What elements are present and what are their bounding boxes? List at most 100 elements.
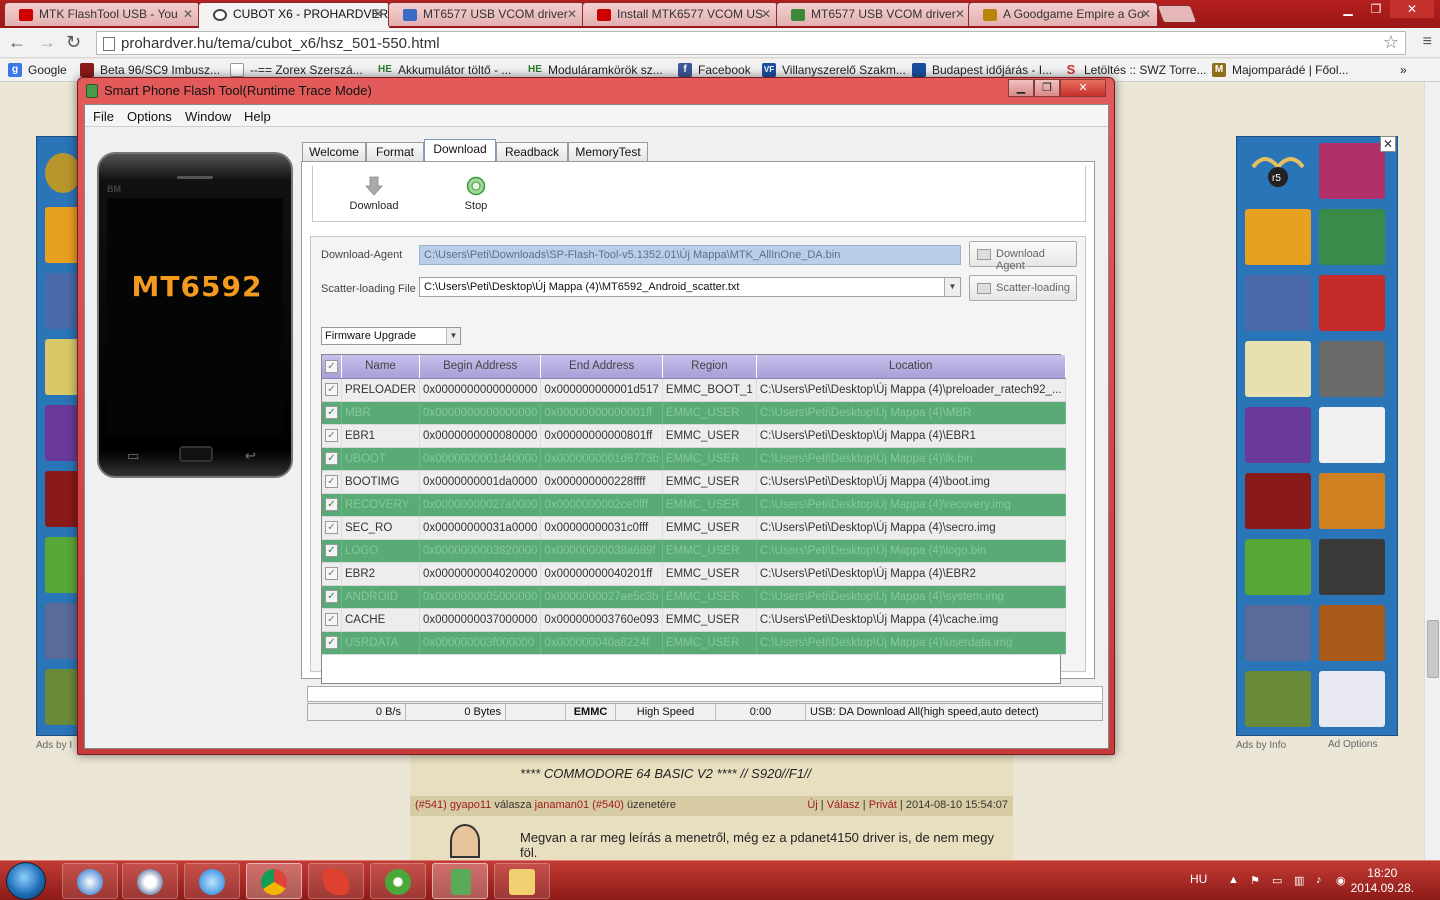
row-checkbox-cell[interactable]: ✓	[322, 401, 342, 425]
show-hidden-icons-icon[interactable]: ▲	[1228, 874, 1240, 886]
taskbar-ccleaner[interactable]	[62, 863, 118, 899]
bookmark-akkumulator[interactable]: HE Akkumulátor töltő - ...	[378, 63, 511, 77]
minimize-icon[interactable]: ▁	[1008, 79, 1034, 97]
chevron-down-icon[interactable]: ▼	[446, 328, 460, 344]
minimize-icon[interactable]: ▁	[1334, 0, 1362, 18]
taskbar-chrome[interactable]	[246, 863, 302, 899]
checkbox[interactable]: ✓	[325, 590, 338, 603]
bookmark-modulok[interactable]: HE Moduláramkörök sz...	[528, 63, 663, 77]
ad-game[interactable]	[1245, 605, 1311, 661]
left-ad-panel[interactable]	[36, 136, 81, 736]
bookmark-google[interactable]: g Google	[8, 63, 67, 77]
taskbar-clock-app[interactable]	[122, 863, 178, 899]
table-row[interactable]: ✓ BOOTIMG 0x0000000001da0000 0x000000000228…	[322, 470, 1066, 494]
ad-game[interactable]	[1319, 605, 1385, 661]
ad-options-link[interactable]: Ad Options	[1328, 739, 1377, 750]
close-tab-icon[interactable]: ✕	[183, 7, 193, 21]
table-row[interactable]: ✓ EBR2 0x0000000004020000 0x00000000040201f…	[322, 562, 1066, 586]
checkbox[interactable]: ✓	[325, 613, 338, 626]
bookmark-star-icon[interactable]: ☆	[1383, 32, 1399, 53]
mode-select[interactable]: Firmware Upgrade ▼	[321, 327, 461, 345]
menu-file[interactable]: File	[93, 109, 114, 124]
ad-game[interactable]	[1319, 539, 1385, 595]
ad-game[interactable]	[1245, 209, 1311, 265]
table-row[interactable]: ✓ LOGO 0x0000000003820000 0x00000000038a689…	[322, 539, 1066, 563]
ad-game-pool[interactable]	[1319, 143, 1385, 199]
column-header[interactable]: End Address	[540, 355, 663, 379]
chrome-menu-icon[interactable]: ≡	[1423, 33, 1432, 51]
row-checkbox-cell[interactable]: ✓	[322, 516, 342, 540]
post-number-link[interactable]: (#541)	[415, 799, 447, 811]
table-row[interactable]: ✓ MBR 0x0000000000000000 0x00000000000001ff…	[322, 401, 1066, 425]
flag-icon[interactable]: ⚑	[1250, 874, 1262, 887]
back-icon[interactable]: ←	[8, 32, 26, 52]
browser-tab[interactable]: MT6577 USB VCOM driver ✕	[388, 2, 584, 26]
display-icon[interactable]: ▭	[1272, 874, 1284, 887]
row-checkbox-cell[interactable]: ✓	[322, 470, 342, 494]
bookmark-beta96[interactable]: Beta 96/SC9 Imbusz...	[80, 63, 220, 77]
select-all-checkbox[interactable]: ✓	[322, 355, 342, 379]
browser-tab[interactable]: A Goodgame Empire a Go ✕	[968, 2, 1158, 26]
checkbox[interactable]: ✓	[325, 567, 338, 580]
ad-close-icon[interactable]: ✕	[1380, 136, 1396, 152]
checkbox[interactable]: ✓	[325, 406, 338, 419]
private-link[interactable]: Privát	[869, 799, 897, 811]
ad-game[interactable]	[1319, 341, 1385, 397]
taskbar-flash-tool[interactable]	[432, 863, 488, 899]
download-button[interactable]: Download	[339, 176, 409, 212]
row-checkbox-cell[interactable]: ✓	[322, 539, 342, 563]
forward-icon[interactable]: →	[38, 32, 56, 52]
row-checkbox-cell[interactable]: ✓	[322, 585, 342, 609]
bookmark-idojaras[interactable]: Budapest időjárás - I...	[912, 63, 1052, 77]
ads-by-info-link[interactable]: Ads by Info	[1236, 740, 1286, 751]
browser-tab-active[interactable]: CUBOT X6 - PROHARDVER ✕	[198, 2, 390, 28]
table-row[interactable]: ✓ SEC_RO 0x00000000031a0000 0x00000000031c0…	[322, 516, 1066, 540]
maximize-icon[interactable]: ❐	[1034, 79, 1060, 97]
checkbox[interactable]: ✓	[325, 475, 338, 488]
tab-format[interactable]: Format	[366, 142, 424, 161]
browser-tab[interactable]: MTK FlashTool USB - You ✕	[4, 2, 200, 26]
language-indicator[interactable]: HU	[1190, 872, 1207, 886]
table-row[interactable]: ✓ ANDROID 0x0000000005000000 0x0000000027ae…	[322, 585, 1066, 609]
close-tab-icon[interactable]: ✕	[567, 7, 577, 21]
ad-game[interactable]	[1319, 407, 1385, 463]
tab-download[interactable]: Download	[424, 139, 496, 161]
column-header[interactable]: Region	[662, 355, 757, 379]
right-ad-panel[interactable]: r5	[1236, 136, 1398, 736]
menu-window[interactable]: Window	[185, 109, 231, 124]
tab-welcome[interactable]: Welcome	[302, 142, 366, 161]
bookmark-facebook[interactable]: f Facebook	[678, 63, 751, 77]
ad-game[interactable]	[1319, 209, 1385, 265]
ads-by-label[interactable]: Ads by I	[36, 740, 72, 751]
tab-memorytest[interactable]: MemoryTest	[568, 142, 648, 161]
chevron-down-icon[interactable]: ▼	[944, 278, 960, 296]
checkbox[interactable]: ✓	[325, 359, 338, 373]
start-button[interactable]	[6, 862, 46, 900]
browser-tab[interactable]: MT6577 USB VCOM driver ✕	[776, 2, 972, 26]
network-icon[interactable]: ▥	[1294, 874, 1306, 887]
menu-options[interactable]: Options	[127, 109, 172, 124]
taskbar-clock[interactable]: 18:20 2014.09.28.	[1351, 866, 1414, 896]
close-window-icon[interactable]: ✕	[1060, 79, 1106, 97]
ad-game[interactable]	[1245, 671, 1311, 727]
scatter-file-select[interactable]: C:\Users\Peti\Desktop\Új Mappa (4)\MT659…	[419, 277, 961, 297]
close-tab-icon[interactable]: ✕	[761, 7, 771, 21]
close-window-icon[interactable]: ✕	[1390, 0, 1434, 18]
taskbar-utorrent[interactable]	[370, 863, 426, 899]
table-row[interactable]: ✓ UBOOT 0x0000000001d40000 0x0000000001d877…	[322, 447, 1066, 471]
tab-readback[interactable]: Readback	[496, 142, 568, 161]
checkbox[interactable]: ✓	[325, 383, 338, 396]
row-checkbox-cell[interactable]: ✓	[322, 447, 342, 471]
new-link[interactable]: Új	[807, 799, 817, 811]
update-icon[interactable]: ◉	[1336, 874, 1348, 887]
maximize-icon[interactable]: ❐	[1362, 0, 1390, 18]
scatter-loading-button[interactable]: Scatter-loading	[969, 275, 1077, 301]
checkbox[interactable]: ✓	[325, 429, 338, 442]
ad-game[interactable]	[1245, 473, 1311, 529]
taskbar-explorer[interactable]	[494, 863, 550, 899]
checkbox[interactable]: ✓	[325, 452, 338, 465]
ad-game[interactable]	[1319, 275, 1385, 331]
ad-game[interactable]	[1245, 275, 1311, 331]
table-row[interactable]: ✓ PRELOADER 0x0000000000000000 0x0000000000…	[322, 378, 1066, 402]
ad-game[interactable]	[1245, 341, 1311, 397]
